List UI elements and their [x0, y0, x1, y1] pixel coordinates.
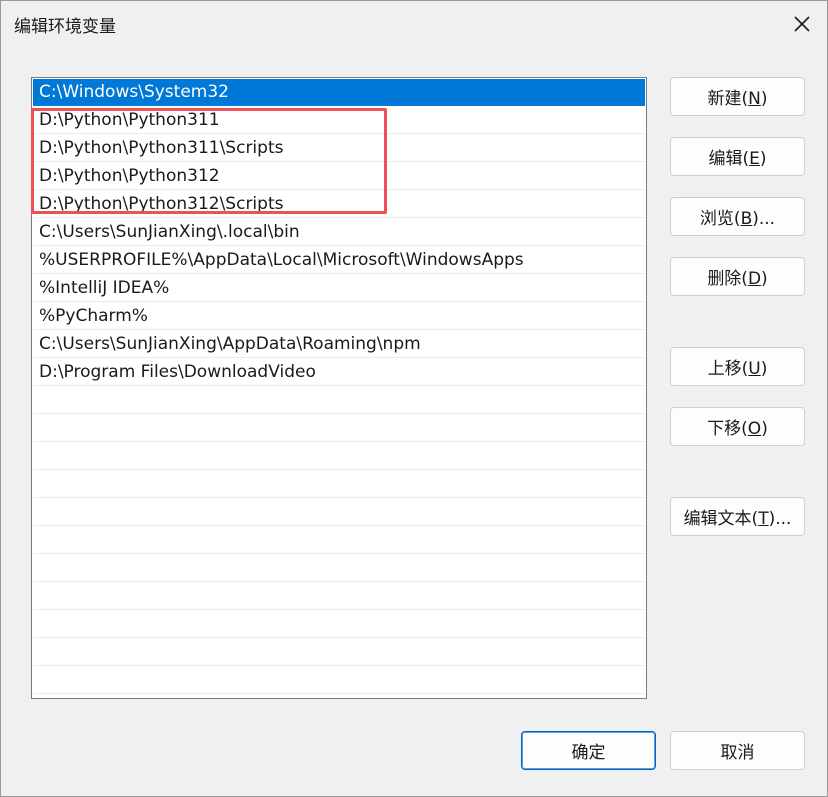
path-list-empty-row[interactable]	[33, 639, 645, 666]
ok-button[interactable]: 确定	[521, 731, 656, 770]
path-list-empty-row[interactable]	[33, 415, 645, 442]
path-list-item[interactable]: C:\Users\SunJianXing\.local\bin	[33, 219, 645, 246]
move-up-button[interactable]: 上移(U)	[670, 347, 805, 386]
path-list-item[interactable]: %IntelliJ IDEA%	[33, 275, 645, 302]
path-list-item[interactable]: D:\Python\Python312	[33, 163, 645, 190]
path-list-item[interactable]: C:\Users\SunJianXing\AppData\Roaming\npm	[33, 331, 645, 358]
path-list-empty-row[interactable]	[33, 387, 645, 414]
path-list-empty-row[interactable]	[33, 611, 645, 638]
new-button[interactable]: 新建(N)	[670, 77, 805, 116]
path-list-empty-row[interactable]	[33, 583, 645, 610]
path-list-empty-row[interactable]	[33, 555, 645, 582]
window-title: 编辑环境变量	[14, 17, 116, 37]
path-list-empty-row[interactable]	[33, 443, 645, 470]
close-icon	[794, 16, 810, 32]
path-list-item[interactable]: D:\Program Files\DownloadVideo	[33, 359, 645, 386]
edit-text-button[interactable]: 编辑文本(T)...	[670, 497, 805, 536]
edit-button[interactable]: 编辑(E)	[670, 137, 805, 176]
browse-button[interactable]: 浏览(B)...	[670, 197, 805, 236]
path-list-empty-row[interactable]	[33, 499, 645, 526]
delete-button[interactable]: 删除(D)	[670, 257, 805, 296]
cancel-button[interactable]: 取消	[670, 731, 805, 770]
path-list-item[interactable]: D:\Python\Python312\Scripts	[33, 191, 645, 218]
path-list-item[interactable]: C:\Windows\System32	[33, 79, 645, 106]
path-list-empty-row[interactable]	[33, 667, 645, 694]
path-list-item[interactable]: D:\Python\Python311\Scripts	[33, 135, 645, 162]
path-list-item[interactable]: %USERPROFILE%\AppData\Local\Microsoft\Wi…	[33, 247, 645, 274]
path-list-item[interactable]: D:\Python\Python311	[33, 107, 645, 134]
move-down-button[interactable]: 下移(O)	[670, 407, 805, 446]
edit-env-var-dialog: 编辑环境变量 C:\Windows\System32 D:\Python\Pyth…	[0, 0, 828, 797]
close-button[interactable]	[789, 11, 815, 37]
path-list-item[interactable]: %PyCharm%	[33, 303, 645, 330]
path-list-empty-row[interactable]	[33, 471, 645, 498]
path-list[interactable]: C:\Windows\System32 D:\Python\Python311 D:…	[31, 77, 647, 699]
path-list-empty-row[interactable]	[33, 527, 645, 554]
title-bar: 编辑环境变量	[1, 1, 827, 45]
